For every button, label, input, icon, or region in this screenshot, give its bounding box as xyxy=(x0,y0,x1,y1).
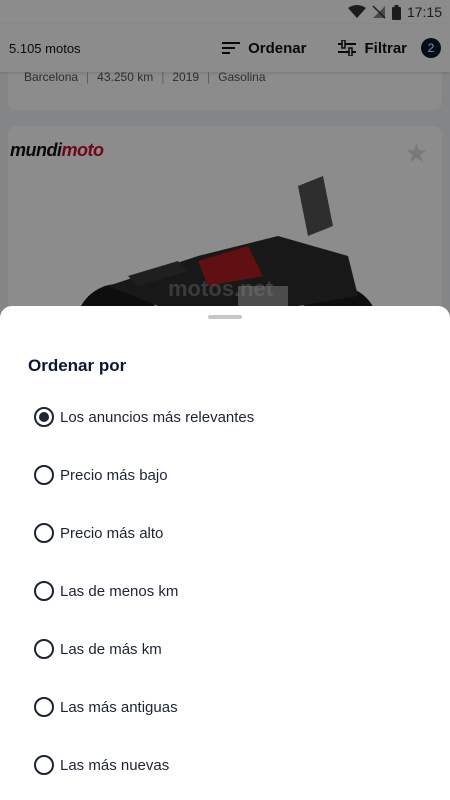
option-label: Los anuncios más relevantes xyxy=(60,408,255,426)
radio-button[interactable] xyxy=(34,581,54,601)
sort-option-oldest[interactable]: Las más antiguas xyxy=(0,678,450,736)
option-label: Precio más bajo xyxy=(60,466,168,484)
radio-button[interactable] xyxy=(34,639,54,659)
option-label: Precio más alto xyxy=(60,524,164,542)
radio-button[interactable] xyxy=(34,697,54,717)
sort-bottom-sheet: Ordenar por Los anuncios más relevantes … xyxy=(0,306,450,800)
sort-option-km-low[interactable]: Las de menos km xyxy=(0,562,450,620)
sort-option-newest[interactable]: Las más nuevas xyxy=(0,736,450,794)
radio-button[interactable] xyxy=(34,755,54,775)
sort-options-list: Los anuncios más relevantes Precio más b… xyxy=(0,388,450,794)
radio-button[interactable] xyxy=(34,523,54,543)
sort-option-price-low[interactable]: Precio más bajo xyxy=(0,446,450,504)
sheet-title: Ordenar por xyxy=(28,356,127,375)
option-label: Las más antiguas xyxy=(60,698,178,716)
option-label: Las de más km xyxy=(60,640,162,658)
option-label: Las más nuevas xyxy=(60,756,170,774)
radio-button[interactable] xyxy=(34,465,54,485)
sort-option-price-high[interactable]: Precio más alto xyxy=(0,504,450,562)
radio-button[interactable] xyxy=(34,407,54,427)
sort-option-km-high[interactable]: Las de más km xyxy=(0,620,450,678)
sheet-drag-handle[interactable] xyxy=(208,315,242,319)
option-label: Las de menos km xyxy=(60,582,179,600)
sort-option-relevance[interactable]: Los anuncios más relevantes xyxy=(0,388,450,446)
